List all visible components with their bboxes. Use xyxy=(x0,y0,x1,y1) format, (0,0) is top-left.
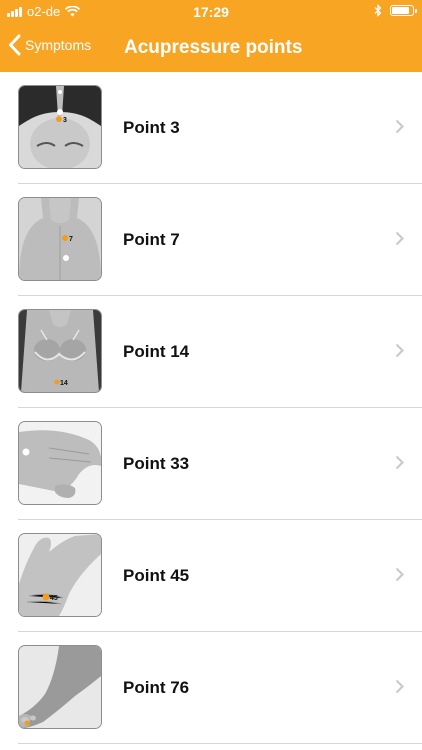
back-button[interactable]: Symptoms xyxy=(8,34,91,56)
chevron-left-icon xyxy=(9,34,21,56)
marker-number: 7 xyxy=(69,236,73,243)
row-separator xyxy=(18,743,422,744)
list-item-point-3[interactable]: 3 Point 3 xyxy=(0,72,422,184)
marker-number: 14 xyxy=(60,380,68,387)
chevron-right-icon xyxy=(395,343,404,358)
point-label: Point 33 xyxy=(123,454,190,473)
point-photo xyxy=(18,421,102,505)
point-label: Point 76 xyxy=(123,678,190,697)
list-item-point-76[interactable]: Point 76 xyxy=(0,632,422,744)
point-label: Point 3 xyxy=(123,118,180,137)
marker-number: 3 xyxy=(63,117,67,124)
point-photo: 7 xyxy=(18,197,102,281)
point-photo: 45 xyxy=(18,533,102,617)
list-item-point-33[interactable]: Point 33 xyxy=(0,408,422,520)
list-item-point-14[interactable]: 14 Point 14 xyxy=(0,296,422,408)
acupressure-point-list: 3 Point 3 7 Point 7 14 Point 14 Point 33… xyxy=(0,72,422,744)
point-label: Point 45 xyxy=(123,566,190,585)
chevron-right-icon xyxy=(395,567,404,582)
page-title: Acupressure points xyxy=(124,37,303,58)
chevron-right-icon xyxy=(395,119,404,134)
list-item-point-7[interactable]: 7 Point 7 xyxy=(0,184,422,296)
status-time: 17:29 xyxy=(193,4,229,20)
chevron-right-icon xyxy=(395,679,404,694)
point-label: Point 7 xyxy=(123,230,180,249)
status-bar: o2-de 17:29 xyxy=(0,0,422,24)
point-photo xyxy=(18,645,102,729)
bluetooth-icon xyxy=(374,4,382,17)
point-label: Point 14 xyxy=(123,342,190,361)
marker-number: 45 xyxy=(50,595,58,602)
list-item-point-45[interactable]: 45 Point 45 xyxy=(0,520,422,632)
app-header: o2-de 17:29 Symptoms Acupressure points xyxy=(0,0,422,72)
battery-icon xyxy=(390,5,417,16)
chevron-right-icon xyxy=(395,231,404,246)
chevron-right-icon xyxy=(395,455,404,470)
point-photo: 14 xyxy=(18,309,102,393)
point-photo: 3 xyxy=(18,85,102,169)
navigation-bar: Symptoms Acupressure points xyxy=(0,28,422,68)
back-button-label: Symptoms xyxy=(25,37,92,53)
